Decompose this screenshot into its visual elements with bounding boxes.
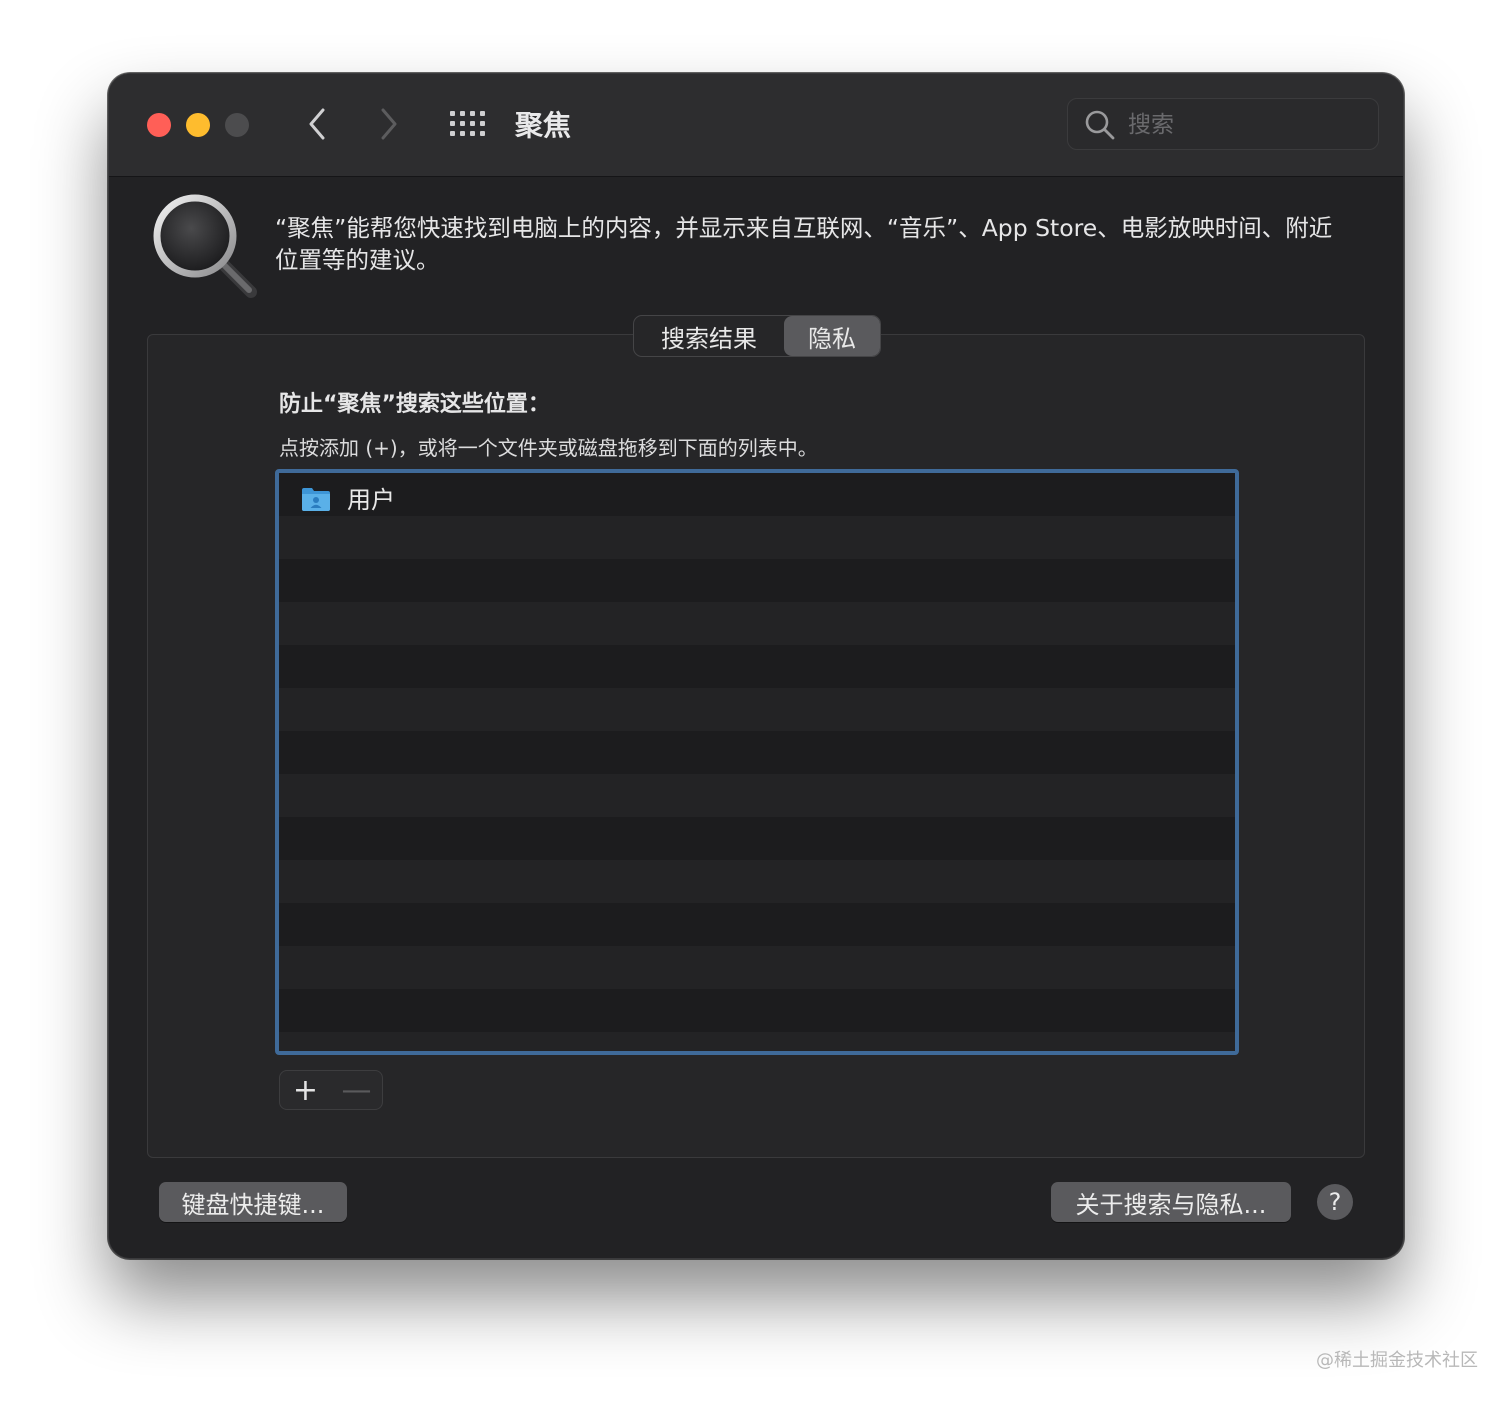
zoom-button	[225, 113, 249, 137]
keyboard-shortcuts-button[interactable]: 键盘快捷键...	[159, 1182, 347, 1222]
show-all-grid-icon[interactable]	[449, 110, 487, 138]
list-empty-row	[279, 860, 1235, 903]
add-remove-control: + —	[279, 1070, 383, 1110]
spotlight-magnifier-icon	[153, 194, 257, 298]
list-empty-row	[279, 516, 1235, 559]
remove-button[interactable]: —	[331, 1071, 382, 1109]
search-field[interactable]	[1067, 98, 1379, 150]
list-item[interactable]: 用户	[279, 473, 1235, 516]
list-empty-row	[279, 731, 1235, 774]
help-button[interactable]: ?	[1317, 1184, 1353, 1220]
list-empty-row	[279, 774, 1235, 817]
list-empty-row	[279, 559, 1235, 602]
user-folder-icon	[302, 488, 330, 511]
minimize-button[interactable]	[186, 113, 210, 137]
list-empty-row	[279, 946, 1235, 989]
watermark: @稀土掘金技术社区	[1316, 1350, 1478, 1371]
window-title: 聚焦	[515, 109, 572, 142]
about-search-privacy-button[interactable]: 关于搜索与隐私...	[1051, 1182, 1291, 1222]
list-empty-row	[279, 1032, 1235, 1051]
back-arrow-icon[interactable]	[303, 104, 331, 144]
privacy-hint: 点按添加 (+)，或将一个文件夹或磁盘拖移到下面的列表中。	[279, 436, 818, 460]
list-empty-row	[279, 602, 1235, 645]
privacy-heading: 防止“聚焦”搜索这些位置：	[279, 392, 550, 417]
close-button[interactable]	[147, 113, 171, 137]
list-empty-row	[279, 817, 1235, 860]
titlebar: 聚焦	[109, 74, 1403, 177]
excluded-locations-list[interactable]: 用户	[275, 469, 1239, 1055]
search-input[interactable]	[1126, 107, 1370, 143]
description-text: “聚焦”能帮您快速找到电脑上的内容，并显示来自互联网、“音乐”、App Stor…	[275, 214, 1333, 274]
list-item-label: 用户	[347, 486, 395, 514]
list-empty-row	[279, 645, 1235, 688]
add-button[interactable]: +	[280, 1071, 331, 1109]
tab-privacy[interactable]: 隐私	[784, 316, 880, 356]
search-icon	[1085, 110, 1115, 140]
list-empty-row	[279, 989, 1235, 1032]
tab-search-results[interactable]: 搜索结果	[634, 316, 784, 356]
forward-arrow-icon[interactable]	[375, 104, 403, 144]
tab-control: 搜索结果 隐私	[633, 315, 881, 357]
list-empty-row	[279, 903, 1235, 946]
list-empty-row	[279, 688, 1235, 731]
preferences-window: 聚焦 “聚焦”能帮您快速找到电脑上的内容，并显示来自互联网、“音乐”、App S…	[108, 73, 1404, 1259]
